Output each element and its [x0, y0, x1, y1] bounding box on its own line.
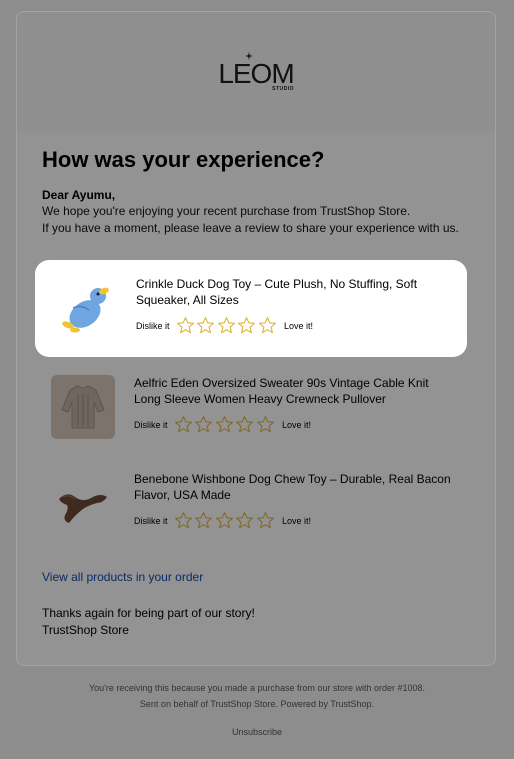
rating-high-label: Love it!: [284, 320, 314, 331]
star-icon-1[interactable]: [176, 316, 195, 335]
brand-name: LEOM: [218, 58, 294, 89]
thanks-line: Thanks again for being part of our story…: [42, 606, 255, 620]
product-name: Benebone Wishbone Dog Chew Toy – Durable…: [134, 472, 451, 502]
brand-sub: STUDIO: [272, 86, 294, 92]
greeting: Dear Ayumu,: [42, 188, 116, 202]
sweater-image: [51, 375, 115, 439]
page-title: How was your experience?: [42, 147, 325, 172]
product-item-wishbone: Benebone Wishbone Dog Chew Toy – Durable…: [35, 471, 467, 567]
star-icon-3[interactable]: [215, 415, 234, 434]
unsubscribe-link[interactable]: Unsubscribe: [0, 727, 514, 737]
intro-line-1: We hope you're enjoying your recent purc…: [42, 204, 411, 218]
star-icon-3[interactable]: [215, 511, 234, 530]
rating-high-label: Love it!: [282, 515, 312, 526]
rating-row: Dislike it Love it!: [134, 415, 467, 434]
footer-sender: Sent on behalf of TrustShop Store. Power…: [139, 699, 375, 709]
star-icon-5[interactable]: [258, 316, 277, 335]
wishbone-chew-image: [51, 471, 115, 535]
star-icon-4[interactable]: [237, 316, 256, 335]
star-icon-1[interactable]: [174, 415, 193, 434]
star-icon-3[interactable]: [217, 316, 236, 335]
star-icon-2[interactable]: [194, 415, 213, 434]
rating-low-label: Dislike it: [136, 320, 170, 331]
intro-line-2: If you have a moment, please leave a rev…: [42, 220, 459, 235]
email-footer: You're receiving this because you made a…: [0, 680, 514, 712]
view-all-products-link[interactable]: View all products in your order: [42, 570, 203, 584]
product-item-sweater: Aelfric Eden Oversized Sweater 90s Vinta…: [35, 375, 467, 471]
star-icon-4[interactable]: [235, 511, 254, 530]
star-icon-1[interactable]: [174, 511, 193, 530]
rating-row: Dislike it Love it!: [134, 511, 467, 530]
duck-toy-image: [53, 276, 117, 340]
rating-high-label: Love it!: [282, 419, 312, 430]
store-signature: TrustShop Store: [42, 623, 129, 637]
product-list: Aelfric Eden Oversized Sweater 90s Vinta…: [35, 375, 467, 567]
closing-message: Thanks again for being part of our story…: [42, 605, 255, 639]
rating-low-label: Dislike it: [134, 515, 168, 526]
star-icon-2[interactable]: [194, 511, 213, 530]
star-icon-4[interactable]: [235, 415, 254, 434]
email-header: LEOM STUDIO: [17, 12, 495, 133]
product-item-duck-toy: Crinkle Duck Dog Toy – Cute Plush, No St…: [35, 260, 467, 357]
footer-reason: You're receiving this because you made a…: [88, 683, 426, 693]
rating-row: Dislike it Love it!: [136, 316, 467, 335]
star-icon-2[interactable]: [196, 316, 215, 335]
star-rating: [176, 316, 279, 335]
star-icon-5[interactable]: [256, 415, 275, 434]
star-rating: [174, 511, 277, 530]
rating-low-label: Dislike it: [134, 419, 168, 430]
star-icon-5[interactable]: [256, 511, 275, 530]
product-name: Aelfric Eden Oversized Sweater 90s Vinta…: [134, 376, 429, 406]
brand-logo: LEOM STUDIO: [206, 52, 306, 96]
email-body: How was your experience? Dear Ayumu, We …: [17, 133, 495, 236]
product-name: Crinkle Duck Dog Toy – Cute Plush, No St…: [136, 277, 418, 307]
star-rating: [174, 415, 277, 434]
